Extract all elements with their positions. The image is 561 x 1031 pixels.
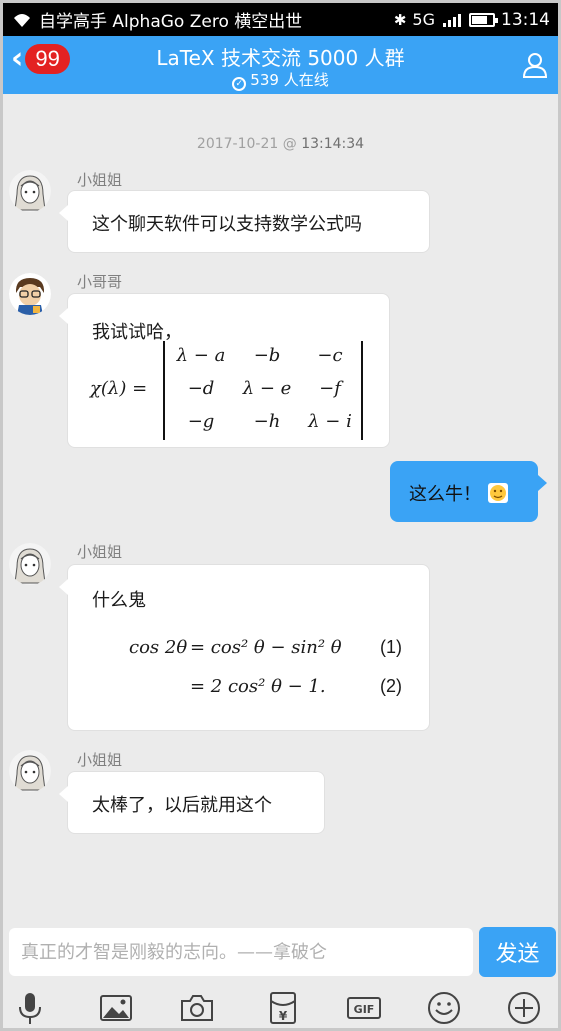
- red-packet-icon[interactable]: ¥: [265, 990, 301, 1026]
- matrix-cell: λ − e: [242, 378, 292, 399]
- carrier-text: 自学高手 AlphaGo Zero 横空出世: [39, 12, 303, 32]
- message-timestamp: 2017-10-21 @ 13:14:34: [196, 136, 365, 152]
- microphone-icon[interactable]: [12, 990, 48, 1026]
- svg-text:¥: ¥: [279, 1009, 288, 1023]
- app-frame: 自学高手 AlphaGo Zero 横空出世 ✱ 5G 13:14 ‹ 99 L…: [3, 3, 558, 1028]
- avatar[interactable]: [9, 170, 51, 212]
- composer: 发送 ¥ GIF: [3, 922, 558, 1028]
- matrix-cell: −d: [187, 378, 215, 399]
- sender-name: 小姐姐: [77, 751, 123, 769]
- chat-area[interactable]: 2017-10-21 @ 13:14:34 小姐姐 这个聊天软件可以支持数学公式…: [3, 94, 558, 922]
- clock: 13:14: [501, 9, 550, 30]
- message-text: 这么牛！: [409, 480, 509, 506]
- signal-icon: [443, 13, 461, 27]
- formula-lhs: χ(λ) =: [90, 378, 148, 399]
- avatar[interactable]: [9, 273, 51, 315]
- equation-number: (1): [380, 637, 402, 657]
- message-bubble[interactable]: 什么鬼 cos 2θ = cos² θ − sin² θ (1) = 2 cos…: [59, 564, 430, 731]
- sender-name: 小哥哥: [77, 273, 123, 291]
- matrix-cell: −g: [187, 411, 215, 432]
- svg-text:GIF: GIF: [354, 1003, 375, 1016]
- group-members-icon[interactable]: [520, 50, 550, 80]
- check-circle-icon: ✓: [232, 77, 247, 91]
- equation-rhs: = 2 cos² θ − 1.: [190, 676, 326, 697]
- bluetooth-icon: ✱: [393, 10, 407, 29]
- message-input[interactable]: [9, 928, 473, 976]
- emoji-icon[interactable]: [426, 990, 462, 1026]
- matrix-cell: −b: [253, 345, 281, 366]
- input-toolbar: ¥ GIF: [3, 986, 558, 1028]
- wifi-icon: [14, 13, 30, 27]
- online-count: 539 人在线: [250, 71, 329, 89]
- network-type: 5G: [412, 10, 435, 29]
- equation-lhs: cos 2θ: [129, 637, 188, 658]
- battery-icon: [469, 12, 498, 27]
- online-status: ✓ 539 人在线: [3, 69, 558, 91]
- equation-rhs: = cos² θ − sin² θ: [190, 637, 342, 658]
- grimace-emoji-icon: [488, 483, 508, 503]
- message-bubble[interactable]: 这个聊天软件可以支持数学公式吗: [59, 190, 430, 253]
- equation-number: (2): [380, 676, 402, 696]
- determinant-matrix: λ − a −b −c −d λ − e −f −g −h λ − i: [163, 341, 363, 440]
- matrix-cell: −f: [319, 378, 341, 399]
- message-text: 什么鬼: [92, 590, 146, 611]
- chat-header: ‹ 99 LaTeX 技术交流 5000 人群 ✓ 539 人在线: [3, 36, 558, 94]
- matrix-cell: λ − a: [176, 345, 226, 366]
- message-text: 太棒了，以后就用这个: [92, 795, 272, 816]
- message-text: 这个聊天软件可以支持数学公式吗: [92, 214, 362, 235]
- sender-name: 小姐姐: [77, 171, 123, 189]
- message-bubble[interactable]: 太棒了，以后就用这个: [59, 771, 325, 834]
- gif-icon[interactable]: GIF: [346, 990, 382, 1026]
- matrix-cell: −h: [253, 411, 281, 432]
- message-bubble-own[interactable]: 这么牛！: [390, 461, 547, 522]
- image-icon[interactable]: [98, 990, 134, 1026]
- sender-name: 小姐姐: [77, 543, 123, 561]
- avatar[interactable]: [9, 750, 51, 792]
- plus-icon[interactable]: [506, 990, 542, 1026]
- group-title: LaTeX 技术交流 5000 人群: [156, 46, 405, 70]
- matrix-cell: λ − i: [308, 411, 352, 432]
- matrix-cell: −c: [317, 345, 343, 366]
- avatar[interactable]: [9, 543, 51, 585]
- message-bubble[interactable]: 我试试哈， χ(λ) = λ − a −b −c −d λ − e −f −g …: [59, 293, 390, 448]
- send-button[interactable]: 发送: [479, 927, 556, 977]
- status-bar: 自学高手 AlphaGo Zero 横空出世 ✱ 5G 13:14: [3, 3, 558, 36]
- camera-icon[interactable]: [179, 990, 215, 1026]
